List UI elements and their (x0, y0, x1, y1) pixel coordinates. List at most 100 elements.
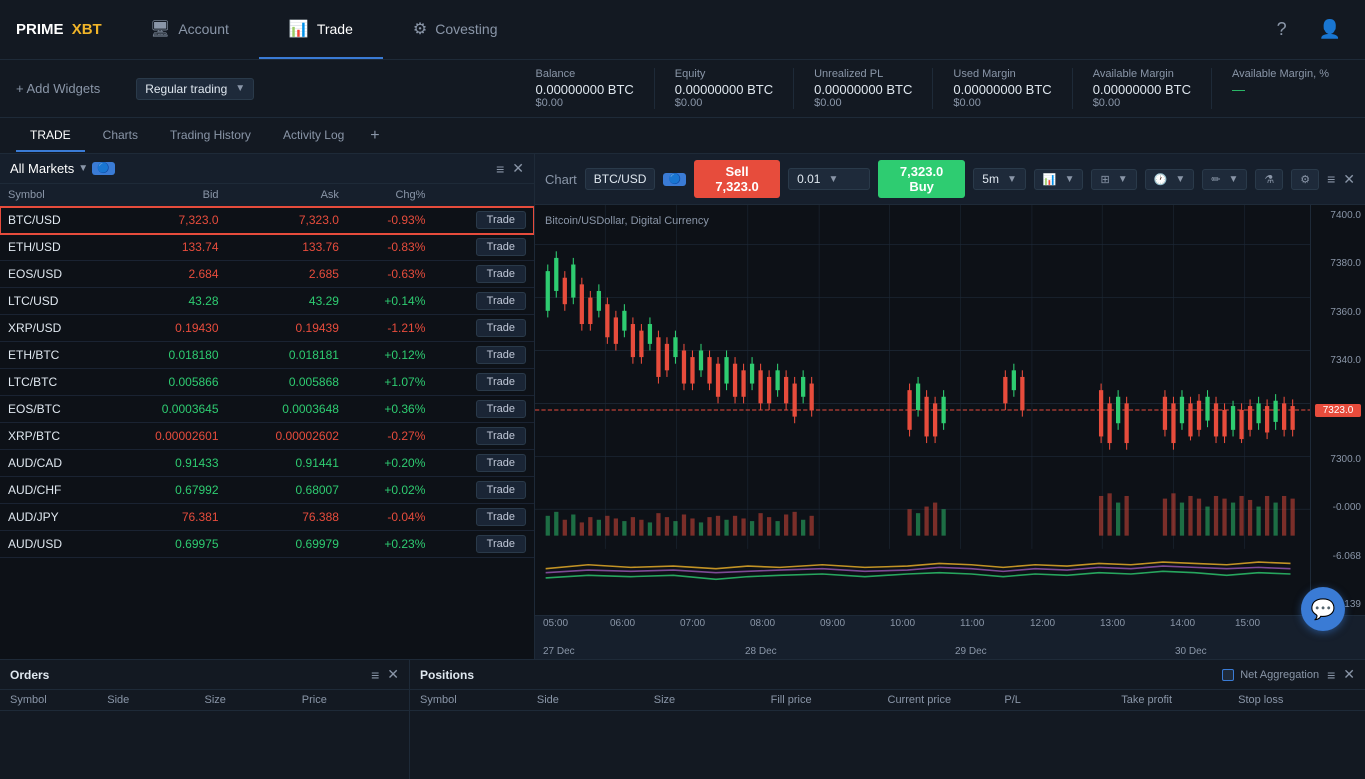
tab-trade[interactable]: TRADE (16, 120, 85, 152)
tab-trading-history[interactable]: Trading History (156, 120, 265, 152)
indicators-button[interactable]: 📊 ▼ (1034, 169, 1084, 190)
settings-button[interactable]: ⚙ (1291, 169, 1319, 190)
timeframe-select[interactable]: 5m ▼ (973, 168, 1026, 190)
ask-cell: 0.005868 (227, 369, 347, 396)
chat-button[interactable]: 💬 (1301, 587, 1345, 631)
flask-icon: ⚗ (1264, 173, 1274, 186)
net-aggregation-checkbox[interactable]: Net Aggregation (1222, 669, 1319, 681)
clock-button[interactable]: 🕐 ▼ (1145, 169, 1195, 190)
price-tick-7360: 7360.0 (1315, 307, 1361, 318)
nav-tab-covesting[interactable]: ⚙ Covesting (383, 0, 528, 59)
chart-menu-icon[interactable]: ≡ (1327, 171, 1335, 187)
bid-cell: 76.381 (106, 504, 226, 531)
markets-panel: All Markets ▼ 🔵 ≡ ✕ Symbol Bid Ask (0, 154, 535, 659)
trade-button[interactable]: Trade (476, 211, 526, 229)
equity-value: 0.00000000 BTC (675, 82, 773, 97)
chg-cell: +0.14% (347, 288, 433, 315)
trade-button[interactable]: Trade (476, 265, 526, 283)
add-tab-button[interactable]: + (362, 123, 387, 149)
price-tick-7300: 7300.0 (1315, 454, 1361, 465)
header-right: ? 👤 (1269, 11, 1365, 48)
nav-tab-account[interactable]: 🖥 Account (120, 0, 259, 59)
ask-cell: 43.29 (227, 288, 347, 315)
bid-cell: 0.005866 (106, 369, 226, 396)
table-row[interactable]: ETH/BTC 0.018180 0.018181 +0.12% Trade (0, 342, 534, 369)
bar-chart-icon: 📊 (1043, 173, 1057, 186)
symbol-cell: AUD/CHF (0, 477, 106, 504)
bid-cell: 0.19430 (106, 315, 226, 342)
help-button[interactable]: ? (1269, 11, 1295, 48)
buy-button[interactable]: 7,323.0 Buy (878, 160, 965, 198)
ask-cell: 0.91441 (227, 450, 347, 477)
table-row[interactable]: ETH/USD 133.74 133.76 -0.83% Trade (0, 234, 534, 261)
chevron-down-icon: ▼ (1065, 174, 1075, 185)
trade-cell: Trade (433, 342, 534, 369)
markets-close-icon[interactable]: ✕ (512, 160, 524, 177)
time-tick-1400: 14:00 (1170, 618, 1195, 629)
table-row[interactable]: AUD/JPY 76.381 76.388 -0.04% Trade (0, 504, 534, 531)
bottom-panels: Orders ≡ ✕ Symbol Side Size Price Positi… (0, 659, 1365, 779)
trade-button[interactable]: Trade (476, 319, 526, 337)
trade-button[interactable]: Trade (476, 238, 526, 256)
orders-menu-icon[interactable]: ≡ (371, 667, 379, 683)
used-margin-label: Used Margin (953, 68, 1051, 80)
trade-button[interactable]: Trade (476, 508, 526, 526)
used-margin-stat: Used Margin 0.00000000 BTC $0.00 (932, 68, 1071, 109)
main-header: PRIME XBT 🖥 Account 📊 Trade ⚙ Covesting … (0, 0, 1365, 60)
table-row[interactable]: AUD/CHF 0.67992 0.68007 +0.02% Trade (0, 477, 534, 504)
chg-cell: -1.21% (347, 315, 433, 342)
nav-tab-covesting-label: Covesting (435, 21, 497, 37)
tab-activity-log[interactable]: Activity Log (269, 120, 358, 152)
symbol-cell: LTC/BTC (0, 369, 106, 396)
chevron-down-icon: ▼ (828, 174, 838, 185)
table-row[interactable]: LTC/BTC 0.005866 0.005868 +1.07% Trade (0, 369, 534, 396)
trade-button[interactable]: Trade (476, 400, 526, 418)
available-margin-pct-stat: Available Margin, % — (1211, 68, 1349, 109)
table-row[interactable]: BTC/USD 7,323.0 7,323.0 -0.93% Trade (0, 207, 534, 234)
markets-menu-icon[interactable]: ≡ (496, 161, 504, 177)
table-row[interactable]: AUD/USD 0.69975 0.69979 +0.23% Trade (0, 531, 534, 558)
positions-close-icon[interactable]: ✕ (1343, 666, 1355, 683)
user-button[interactable]: 👤 (1311, 11, 1349, 48)
chart-pair-select[interactable]: BTC/USD (585, 168, 656, 190)
orders-close-icon[interactable]: ✕ (387, 666, 399, 683)
tab-charts[interactable]: Charts (89, 120, 152, 152)
sell-button[interactable]: Sell 7,323.0 (694, 160, 780, 198)
table-row[interactable]: XRP/BTC 0.00002601 0.00002602 -0.27% Tra… (0, 423, 534, 450)
trade-button[interactable]: Trade (476, 535, 526, 553)
markets-panel-header: All Markets ▼ 🔵 ≡ ✕ (0, 154, 534, 184)
positions-menu-icon[interactable]: ≡ (1327, 667, 1335, 683)
ask-cell: 7,323.0 (227, 207, 347, 234)
markets-panel-controls: ≡ ✕ (496, 160, 524, 177)
col-bid: Bid (106, 184, 226, 207)
trade-button[interactable]: Trade (476, 373, 526, 391)
table-row[interactable]: XRP/USD 0.19430 0.19439 -1.21% Trade (0, 315, 534, 342)
amount-input[interactable]: 0.01 ▼ (788, 168, 870, 190)
chg-cell: -0.63% (347, 261, 433, 288)
table-row[interactable]: LTC/USD 43.28 43.29 +0.14% Trade (0, 288, 534, 315)
ask-cell: 0.69979 (227, 531, 347, 558)
draw-button[interactable]: ✏ ▼ (1202, 169, 1247, 190)
equity-stat: Equity 0.00000000 BTC $0.00 (654, 68, 793, 109)
nav-tab-trade[interactable]: 📊 Trade (259, 0, 383, 59)
table-row[interactable]: EOS/BTC 0.0003645 0.0003648 +0.36% Trade (0, 396, 534, 423)
chart-area: Bitcoin/USDollar, Digital Currency (535, 205, 1365, 615)
chart-type-button[interactable]: ⊞ ▼ (1091, 169, 1136, 190)
table-row[interactable]: EOS/USD 2.684 2.685 -0.63% Trade (0, 261, 534, 288)
nav-tab-trade-label: Trade (317, 21, 353, 37)
symbol-cell: EOS/BTC (0, 396, 106, 423)
account-type-select[interactable]: Regular trading ▼ (136, 78, 254, 100)
trade-button[interactable]: Trade (476, 427, 526, 445)
chart-close-icon[interactable]: ✕ (1343, 171, 1355, 188)
checkbox-icon[interactable] (1222, 669, 1234, 681)
trade-button[interactable]: Trade (476, 454, 526, 472)
table-row[interactable]: AUD/CAD 0.91433 0.91441 +0.20% Trade (0, 450, 534, 477)
chart-svg (535, 205, 1365, 615)
trade-button[interactable]: Trade (476, 292, 526, 310)
symbol-cell: LTC/USD (0, 288, 106, 315)
trade-button[interactable]: Trade (476, 481, 526, 499)
flask-button[interactable]: ⚗ (1255, 169, 1283, 190)
trade-button[interactable]: Trade (476, 346, 526, 364)
balance-label: Balance (536, 68, 634, 80)
add-widgets-button[interactable]: + Add Widgets (16, 81, 100, 96)
